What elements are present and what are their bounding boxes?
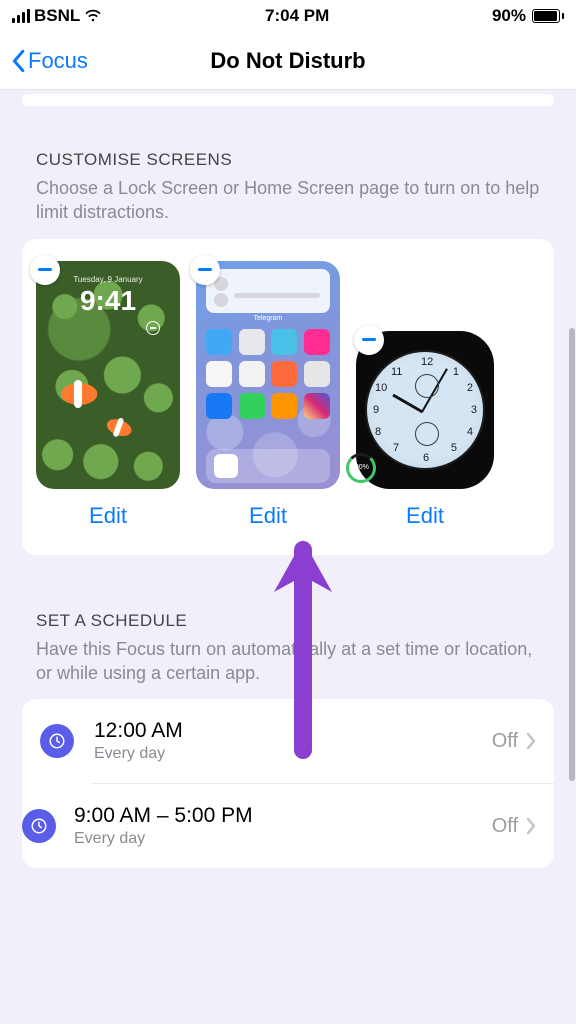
battery-icon (532, 9, 564, 23)
app-icon (239, 361, 265, 387)
battery-percent: 90% (492, 6, 526, 26)
app-icon (206, 361, 232, 387)
schedule-text: 12:00 AM Every day (94, 719, 492, 763)
wallpaper-clownfish (56, 376, 114, 412)
chevron-right-icon (526, 732, 536, 750)
edit-watch-face-button[interactable]: Edit (406, 503, 444, 529)
app-icon (214, 454, 238, 478)
carrier-label: BSNL (34, 6, 80, 26)
screens-card: Tuesday, 9 January 9:41 Edit (22, 239, 554, 555)
customise-desc: Choose a Lock Screen or Home Screen page… (36, 176, 540, 225)
lock-preview-time: 9:41 (36, 285, 180, 317)
chevron-right-icon (526, 817, 536, 835)
lock-screen-preview[interactable]: Tuesday, 9 January 9:41 (36, 261, 180, 489)
app-icon (304, 393, 330, 419)
watch-activity-ring-icon: 100% (346, 453, 376, 483)
dnd-indicator-icon (146, 321, 160, 335)
customise-header: CUSTOMISE SCREENS (36, 150, 554, 170)
scrollbar[interactable] (569, 328, 575, 781)
customise-screens-section: CUSTOMISE SCREENS Choose a Lock Screen o… (22, 150, 554, 555)
schedule-time: 12:00 AM (94, 719, 492, 743)
schedule-desc: Have this Focus turn on automatically at… (36, 637, 540, 686)
schedule-section: SET A SCHEDULE Have this Focus turn on a… (22, 611, 554, 869)
app-icon (271, 329, 297, 355)
analog-watch-face: 12 3 6 9 1 2 4 5 7 8 10 11 (365, 350, 485, 470)
status-left: BSNL (12, 6, 102, 26)
app-icon (239, 329, 265, 355)
watch-face-preview[interactable]: 12 3 6 9 1 2 4 5 7 8 10 11 (356, 331, 494, 489)
schedule-row[interactable]: 9:00 AM – 5:00 PM Every day Off (92, 783, 554, 868)
lock-screen-column: Tuesday, 9 January 9:41 Edit (36, 261, 180, 529)
schedule-row[interactable]: 12:00 AM Every day Off (22, 699, 554, 783)
home-dock (206, 449, 330, 483)
status-right: 90% (492, 6, 564, 26)
home-widget-label: Telegram (196, 315, 340, 322)
previous-card-bottom (22, 94, 554, 106)
app-icon (304, 361, 330, 387)
schedule-status: Off (492, 815, 518, 838)
remove-home-screen-button[interactable] (190, 255, 220, 285)
back-button[interactable]: Focus (10, 48, 88, 74)
status-bar: BSNL 7:04 PM 90% (0, 0, 576, 32)
minus-icon (38, 268, 52, 271)
app-icon (206, 393, 232, 419)
home-widget-preview (206, 269, 330, 313)
app-icon (271, 361, 297, 387)
clock-icon (40, 724, 74, 758)
nav-bar: Focus Do Not Disturb (0, 32, 576, 90)
home-screen-preview[interactable]: Telegram (196, 261, 340, 489)
app-icon (206, 329, 232, 355)
status-time: 7:04 PM (265, 6, 329, 26)
cellular-signal-icon (12, 9, 30, 23)
remove-watch-face-button[interactable] (354, 325, 384, 355)
edit-home-screen-button[interactable]: Edit (249, 503, 287, 529)
schedule-text: 9:00 AM – 5:00 PM Every day (74, 804, 492, 848)
minus-icon (198, 268, 212, 271)
edit-lock-screen-button[interactable]: Edit (89, 503, 127, 529)
app-icon (304, 329, 330, 355)
schedule-sub: Every day (94, 745, 492, 763)
schedule-card: 12:00 AM Every day Off 9:00 AM – 5:00 PM… (22, 699, 554, 868)
app-icon-grid (206, 329, 330, 419)
app-icon (239, 393, 265, 419)
minus-icon (362, 338, 376, 341)
wallpaper-clownfish (100, 410, 147, 448)
wifi-icon (84, 9, 102, 23)
clock-icon (22, 809, 56, 843)
schedule-header: SET A SCHEDULE (36, 611, 554, 631)
schedule-time: 9:00 AM – 5:00 PM (74, 804, 492, 828)
back-label: Focus (28, 48, 88, 74)
content: CUSTOMISE SCREENS Choose a Lock Screen o… (0, 94, 576, 868)
schedule-sub: Every day (74, 830, 492, 848)
app-icon (271, 393, 297, 419)
remove-lock-screen-button[interactable] (30, 255, 60, 285)
schedule-status: Off (492, 730, 518, 753)
watch-face-column: 12 3 6 9 1 2 4 5 7 8 10 11 (356, 331, 494, 529)
chevron-left-icon (10, 49, 26, 73)
home-screen-column: Telegram (196, 261, 340, 529)
